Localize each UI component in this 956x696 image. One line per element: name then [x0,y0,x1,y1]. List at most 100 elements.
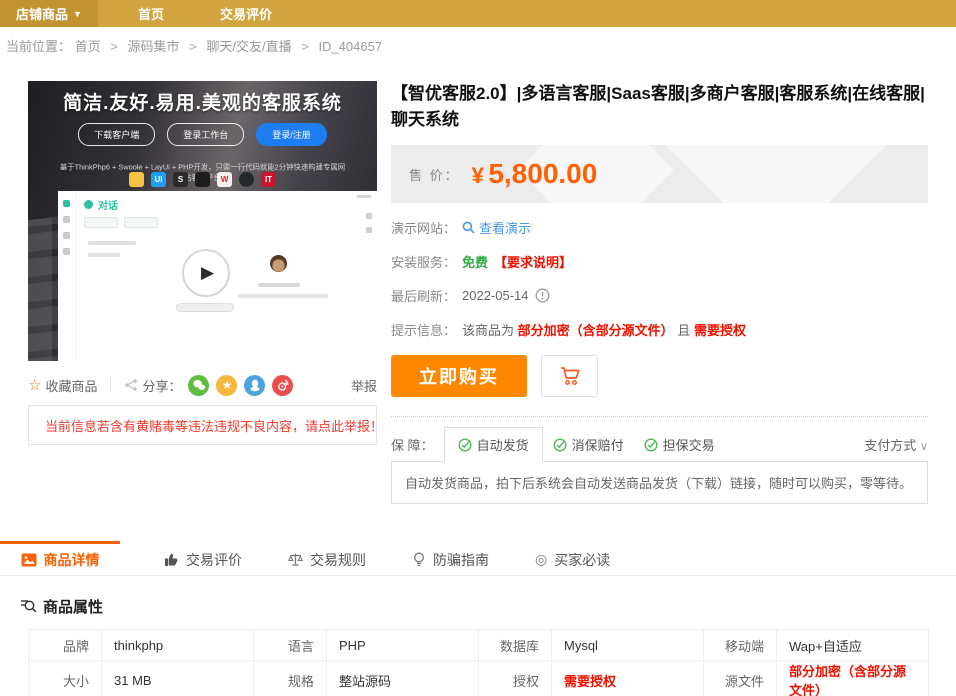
cart-icon [558,365,582,387]
view-demo-link[interactable]: 查看演示 [462,218,531,237]
layui-icon: UI [151,172,166,187]
app-title: 对话 [98,197,118,212]
rail-icon [63,248,70,255]
product-title: 【智优客服2.0】|多语言客服|Saas客服|多商户客服|客服系统|在线客服|聊… [391,81,928,133]
report-warning-box[interactable]: 当前信息若含有黄赌毒等违法违规不良内容，请点此举报！ [28,405,377,445]
tab-label: 商品详情 [44,550,100,570]
attr-value-database: Mysql [552,630,704,661]
attr-value-brand: thinkphp [102,630,254,661]
dotted-divider [391,416,928,417]
qzone-share-icon[interactable]: ★ [216,375,237,396]
app-right-icon [366,213,372,219]
attr-value-language: PHP [327,630,479,661]
hero-workbench-button: 登录工作台 [167,123,244,146]
app-screenshot: 对话 ▶ [58,191,377,361]
main-content: 简洁.友好.易用.美观的客服系统 下载客户端 登录工作台 登录/注册 基于Thi… [0,63,956,504]
detail-tabbar: 商品详情 交易评价 交易规则 防骗指南 ◎ 买家必读 [0,541,956,576]
nav-item-label: 交易评价 [220,4,272,23]
table-row: 品牌 thinkphp 语言 PHP 数据库 Mysql 移动端 Wap+自适应 [29,630,929,661]
magnifier-icon [462,221,475,234]
breadcrumb-market[interactable]: 源码集市 [128,39,180,54]
it-icon: IT [261,172,276,187]
share-label: 分享： [142,376,181,395]
guarantee-tab-compensation[interactable]: 消保赔付 [543,428,634,461]
guarantee-tab-escrow[interactable]: 担保交易 [634,428,725,461]
breadcrumb-separator: > [301,39,309,54]
product-video-thumbnail: 简洁.友好.易用.美观的客服系统 下载客户端 登录工作台 登录/注册 基于Thi… [28,81,377,361]
github-icon [239,172,254,187]
chat-input-pill [176,303,234,312]
hero-buttons: 下载客户端 登录工作台 登录/注册 [28,123,377,146]
weibo-share-icon[interactable] [272,375,293,396]
buy-now-button[interactable]: 立即购买 [391,355,527,397]
left-column: 简洁.友好.易用.美观的客服系统 下载客户端 登录工作台 登录/注册 基于Thi… [28,81,377,504]
nav-item-shop-goods[interactable]: 店铺商品 ▼ [0,0,98,27]
qzone-star-glyph: ★ [222,378,233,392]
breadcrumb-label: 当前位置： [6,39,71,54]
guarantee-description: 自动发货商品，拍下后系统会自动发送商品发货（下载）链接，随时可以购买，零等待。 [405,476,912,491]
purchase-actions: 立即购买 [391,355,928,397]
app-sidebar-rail [58,191,76,361]
app-tab-chip [124,217,158,228]
nav-item-label: 首页 [138,4,164,23]
rail-icon [63,232,70,239]
breadcrumb-home[interactable]: 首页 [75,39,101,54]
add-to-cart-button[interactable] [541,355,598,397]
share-icon [124,378,138,392]
tip-info-label: 提示信息： [391,320,456,339]
picture-icon [21,553,37,567]
chevron-down-icon: ∨ [920,441,928,453]
tab-trade-reviews[interactable]: 交易评价 [162,541,244,575]
favorite-button[interactable]: 收藏商品 [45,376,97,395]
tab-buyer-must-read[interactable]: ◎ 买家必读 [533,541,612,575]
breadcrumb-separator: > [110,39,118,54]
breadcrumb-category[interactable]: 聊天/交友/直播 [206,39,291,54]
tab-trade-rules[interactable]: 交易规则 [286,541,368,575]
payment-methods-label: 支付方式 [864,438,916,453]
search-list-icon [20,598,37,615]
tab-label: 交易规则 [310,550,366,570]
hero-register-button: 登录/注册 [256,123,327,146]
nav-item-home[interactable]: 首页 [122,0,180,27]
favorite-share-row: ☆ 收藏商品 分享： ★ 举报 [28,374,377,396]
chat-text-line [238,294,328,298]
camera-icon [195,172,210,187]
tab-label: 防骗指南 [433,550,489,570]
app-list-line [88,241,136,245]
rail-icon [63,216,70,223]
chevron-down-icon: ▼ [73,9,82,19]
app-logo-icon [84,200,93,209]
thinkphp-icon [129,172,144,187]
video-play-button[interactable]: ▶ [182,249,230,297]
attributes-table: 品牌 thinkphp 语言 PHP 数据库 Mysql 移动端 Wap+自适应… [28,629,929,696]
tab-label: 买家必读 [554,550,610,570]
nav-item-trade-reviews[interactable]: 交易评价 [204,0,288,27]
app-right-icon [366,227,372,233]
report-link[interactable]: 举报 [351,376,377,395]
check-circle-icon [553,438,567,452]
price-banner: 售 价： ¥ 5,800.00 [391,145,928,203]
demo-site-label: 演示网站： [391,218,456,237]
price-label: 售 价： [409,165,460,184]
tab-antifraud-guide[interactable]: 防骗指南 [410,541,491,575]
wechat-share-icon[interactable] [188,375,209,396]
qq-share-icon[interactable] [244,375,265,396]
view-demo-text: 查看演示 [479,218,531,237]
last-refresh-row: 最后刷新： 2022-05-14 [391,285,928,305]
attr-value-sourcefile: 部分加密（含部分源文件） [777,661,929,696]
guarantee-description-box: 自动发货商品，拍下后系统会自动发送商品发货（下载）链接，随时可以购买，零等待。 [391,461,928,504]
install-requirements-link[interactable]: 【要求说明】 [494,252,572,271]
attr-label-size: 大小 [29,661,102,696]
attr-value-size: 31 MB [102,661,254,696]
guarantee-tab-auto-delivery[interactable]: 自动发货 [444,427,543,462]
warning-text: 当前信息若含有黄赌毒等违法违规不良内容，请点此举报！ [45,416,383,435]
attr-value-mobile: Wap+自适应 [777,630,929,661]
guarantee-row: 保 障： 自动发货 消保赔付 担保交易 支付方式 ∨ [391,427,928,461]
tab-product-details[interactable]: 商品详情 [0,541,120,575]
info-exclamation-icon[interactable] [535,288,550,303]
breadcrumb: 当前位置： 首页 > 源码集市 > 聊天/交友/直播 > ID_404657 [0,27,956,63]
app-header: 对话 [84,197,118,212]
payment-methods-toggle[interactable]: 支付方式 ∨ [864,435,928,461]
price-amount: 5,800.00 [488,158,597,189]
guarantee-tab-label: 消保赔付 [572,435,624,454]
